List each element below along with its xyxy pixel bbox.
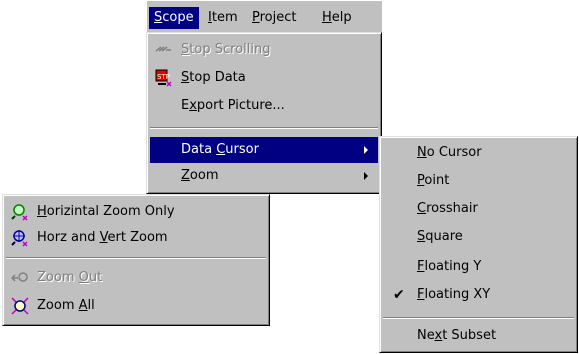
menu-zoom-all[interactable]: Zoom All [6,293,266,319]
menu-label: Stop Scrolling [181,42,271,57]
menu-zoom[interactable]: Zoom [150,163,378,189]
menu-label: Point [417,173,450,188]
menu-square[interactable]: Square [383,224,574,250]
stop-scrolling-icon [155,41,173,59]
zoom-submenu: Horizintal Zoom Only Horz and Vert Zoom … [2,194,270,326]
menu-label: Zoom Out [37,270,103,285]
menu-label: Horizintal Zoom Only [37,204,175,219]
svg-text:STP: STP [157,73,170,81]
menu-separator [6,257,266,259]
menu-label: Floating Y [417,259,482,274]
menu-label: Next Subset [417,328,497,343]
checkmark-icon: ✔ [393,287,405,303]
menu-floating-y[interactable]: Floating Y [383,254,574,280]
menu-bar: Scope Item Project Help [146,0,382,32]
menu-project[interactable]: Project [247,7,302,29]
menu-label: Square [417,229,463,244]
zoom-all-icon [11,297,29,315]
menu-horz-vert-zoom[interactable]: Horz and Vert Zoom [6,225,266,251]
menu-separator [150,127,378,129]
horizontal-zoom-icon [11,203,29,221]
zoom-out-icon [10,269,29,287]
menu-data-cursor[interactable]: Data Cursor [150,137,378,163]
menu-no-cursor[interactable]: No Cursor [383,140,574,166]
menu-stop-data[interactable]: STP Stop Data [150,65,378,91]
menu-export-picture[interactable]: Export Picture... [150,93,378,119]
menu-label: Horz and Vert Zoom [37,230,168,245]
horz-vert-zoom-icon [11,229,29,247]
menu-separator [383,317,574,319]
menu-next-subset[interactable]: Next Subset [383,323,574,349]
menu-label: Export Picture... [181,98,285,113]
menu-item[interactable]: Item [203,7,243,29]
menu-label: Stop Data [181,70,246,85]
menu-scope[interactable]: Scope [149,7,199,29]
submenu-arrow-icon [364,146,368,154]
menu-label: Crosshair [417,201,478,216]
menu-horizontal-zoom-only[interactable]: Horizintal Zoom Only [6,199,266,225]
menu-zoom-out[interactable]: Zoom Out [6,265,266,291]
menu-label: Zoom [181,168,219,183]
menu-label: Data Cursor [181,142,259,157]
menu-crosshair[interactable]: Crosshair [383,196,574,222]
menu-label: Zoom All [37,298,95,313]
scope-menu: Stop Scrolling STP Stop Data Export Pict… [146,32,382,194]
menu-label: Floating XY [417,287,491,302]
data-cursor-submenu: No Cursor Point Crosshair Square Floatin… [379,136,578,353]
menu-point[interactable]: Point [383,168,574,194]
menu-stop-scrolling[interactable]: Stop Scrolling [150,37,378,63]
menu-help[interactable]: Help [317,7,357,29]
menu-floating-xy[interactable]: ✔ Floating XY [383,282,574,308]
submenu-arrow-icon [364,172,368,180]
stop-data-icon: STP [155,69,173,87]
menu-label: No Cursor [417,145,482,160]
